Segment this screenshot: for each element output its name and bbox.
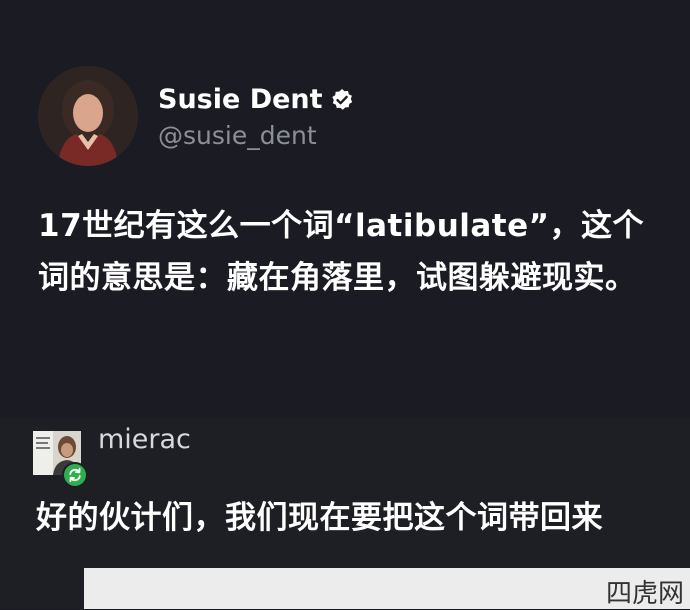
reply-body: 好的伙计们，我们现在要把这个词带回来 <box>36 500 603 536</box>
display-name-text: Susie Dent <box>158 84 323 115</box>
avatar[interactable] <box>38 66 138 166</box>
original-post: Susie Dent @susie_dent 17世纪有这么一个词“latibu… <box>0 0 690 418</box>
post-body: 17世纪有这么一个词“latibulate”，这个词的意思是：藏在角落里，试图躲… <box>38 208 645 296</box>
repost-icon <box>62 462 88 488</box>
display-name[interactable]: Susie Dent <box>158 84 354 115</box>
reply-username[interactable]: mierac <box>98 424 191 455</box>
user-handle[interactable]: @susie_dent <box>158 121 317 150</box>
watermark-banner: 四虎网 <box>84 568 690 609</box>
verified-badge-icon <box>330 88 354 112</box>
watermark-text: 四虎网 <box>605 579 684 609</box>
profile-photo <box>38 66 138 166</box>
